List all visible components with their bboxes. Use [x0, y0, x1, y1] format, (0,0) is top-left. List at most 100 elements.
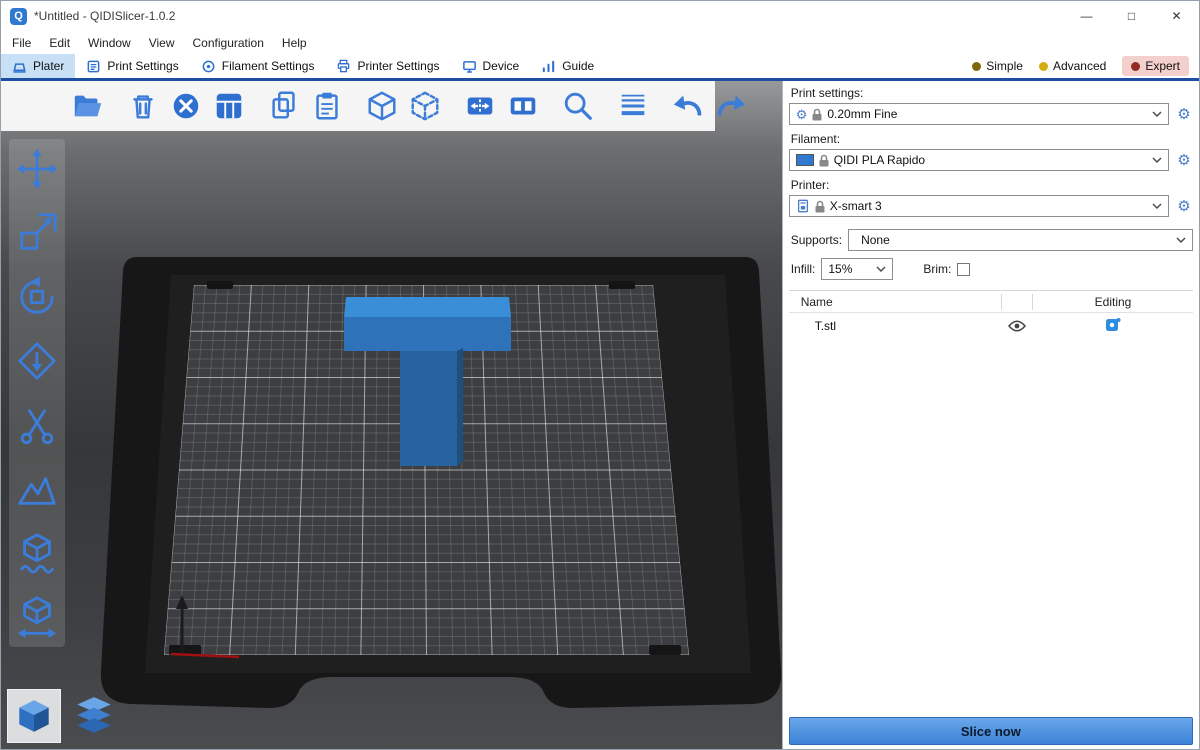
- mode-simple[interactable]: Simple: [972, 59, 1023, 73]
- print-settings-combo[interactable]: ⚙ 0.20mm Fine: [789, 103, 1169, 125]
- tab-printer-settings[interactable]: Printer Settings: [325, 54, 450, 78]
- redo-arrow-icon: [714, 89, 748, 123]
- plate-clip: [207, 281, 233, 289]
- 3d-editor-view-button[interactable]: [7, 689, 61, 743]
- print-settings-edit-button[interactable]: ⚙: [1175, 107, 1193, 122]
- seam-paint-icon: [15, 531, 59, 575]
- slice-now-button[interactable]: Slice now: [789, 717, 1193, 745]
- remove-instance-cube-icon: [408, 89, 442, 123]
- expert-mode-dot-icon: [1131, 62, 1140, 71]
- scale-tool-button[interactable]: [15, 211, 59, 255]
- support-paint-tool-button[interactable]: [15, 467, 59, 511]
- app-logo-icon: Q: [10, 8, 27, 25]
- tab-label: Printer Settings: [357, 59, 439, 73]
- open-button[interactable]: [71, 89, 105, 123]
- chevron-down-icon: [1176, 237, 1186, 243]
- mode-advanced[interactable]: Advanced: [1039, 59, 1106, 73]
- window-title: *Untitled - QIDISlicer-1.0.2: [34, 9, 175, 23]
- cut-tool-button[interactable]: [15, 403, 59, 447]
- search-button[interactable]: [561, 89, 595, 123]
- tab-label: Guide: [562, 59, 594, 73]
- lock-icon: [815, 200, 825, 213]
- seam-paint-tool-button[interactable]: [15, 531, 59, 575]
- printer-label: Printer:: [791, 178, 1193, 192]
- menu-edit[interactable]: Edit: [40, 36, 79, 50]
- printer-combo[interactable]: X-smart 3: [789, 195, 1169, 217]
- cut-scissors-icon: [15, 403, 59, 447]
- eye-icon[interactable]: [1008, 320, 1026, 332]
- add-instance-button[interactable]: [365, 89, 399, 123]
- chevron-down-icon: [876, 266, 886, 272]
- split-to-objects-button[interactable]: [463, 89, 497, 123]
- rotate-tool-button[interactable]: [15, 275, 59, 319]
- brim-checkbox[interactable]: [957, 263, 970, 276]
- object-row-tstl[interactable]: T.stl: [789, 313, 1193, 339]
- minimize-button[interactable]: —: [1064, 1, 1109, 31]
- printer-edit-button[interactable]: ⚙: [1175, 199, 1193, 214]
- preset-gear-icon: ⚙: [796, 108, 808, 121]
- move-tool-button[interactable]: [15, 147, 59, 191]
- plater-tab-icon: [12, 59, 27, 74]
- supports-combo[interactable]: None: [848, 229, 1193, 251]
- preview-view-button[interactable]: [67, 689, 121, 743]
- support-paint-icon: [15, 467, 59, 511]
- filament-combo[interactable]: QIDI PLA Rapido: [789, 149, 1169, 171]
- tab-device[interactable]: Device: [451, 54, 531, 78]
- delete-button[interactable]: [126, 89, 160, 123]
- menu-view[interactable]: View: [140, 36, 184, 50]
- remove-instance-button[interactable]: [408, 89, 442, 123]
- printer-settings-tab-icon: [336, 59, 351, 74]
- menu-file[interactable]: File: [3, 36, 40, 50]
- mode-label: Advanced: [1053, 59, 1106, 73]
- column-editing: Editing: [1033, 295, 1193, 309]
- arrange-icon: [212, 89, 246, 123]
- menu-configuration[interactable]: Configuration: [184, 36, 273, 50]
- 3d-scene-canvas[interactable]: [1, 81, 782, 750]
- 3d-editor-cube-icon: [13, 695, 55, 737]
- infill-combo[interactable]: 15%: [821, 258, 893, 280]
- redo-button[interactable]: [714, 89, 748, 123]
- undo-button[interactable]: [671, 89, 705, 123]
- copy-button[interactable]: [267, 89, 301, 123]
- measure-icon: [15, 595, 59, 639]
- filament-edit-button[interactable]: ⚙: [1175, 153, 1193, 168]
- editing-icon[interactable]: [1105, 317, 1121, 333]
- plate-clip: [649, 645, 681, 655]
- menu-help[interactable]: Help: [273, 36, 316, 50]
- arrange-button[interactable]: [212, 89, 246, 123]
- supports-value: None: [861, 233, 890, 247]
- variable-layer-height-button[interactable]: [616, 89, 650, 123]
- title-bar: Q *Untitled - QIDISlicer-1.0.2 — □ ✕: [1, 1, 1199, 31]
- add-instance-cube-icon: [365, 89, 399, 123]
- menu-window[interactable]: Window: [79, 36, 140, 50]
- mode-expert[interactable]: Expert: [1122, 56, 1189, 76]
- layer-height-icon: [616, 89, 650, 123]
- close-button[interactable]: ✕: [1154, 1, 1199, 31]
- mode-label: Simple: [986, 59, 1023, 73]
- maximize-button[interactable]: □: [1109, 1, 1154, 31]
- split-objects-icon: [463, 89, 497, 123]
- tab-plater[interactable]: Plater: [1, 54, 75, 78]
- brim-label-text: Brim:: [923, 262, 951, 276]
- supports-label: Supports:: [791, 233, 842, 247]
- mode-switcher: Simple Advanced Expert: [972, 54, 1199, 78]
- trash-icon: [126, 89, 160, 123]
- copy-icon: [267, 89, 301, 123]
- place-on-face-tool-button[interactable]: [15, 339, 59, 383]
- column-separator: [1001, 294, 1002, 310]
- tab-guide[interactable]: Guide: [530, 54, 605, 78]
- 3d-viewport[interactable]: [1, 81, 782, 750]
- tab-print-settings[interactable]: Print Settings: [75, 54, 189, 78]
- delete-all-button[interactable]: [169, 89, 203, 123]
- tab-filament-settings[interactable]: Filament Settings: [190, 54, 326, 78]
- tab-label: Filament Settings: [222, 59, 315, 73]
- paste-button[interactable]: [310, 89, 344, 123]
- filament-label: Filament:: [791, 132, 1193, 146]
- view-switcher: [7, 689, 121, 743]
- split-to-parts-button[interactable]: [506, 89, 540, 123]
- measure-tool-button[interactable]: [15, 595, 59, 639]
- device-tab-icon: [462, 59, 477, 74]
- plate-clip: [609, 281, 635, 289]
- advanced-mode-dot-icon: [1039, 62, 1048, 71]
- guide-tab-icon: [541, 59, 556, 74]
